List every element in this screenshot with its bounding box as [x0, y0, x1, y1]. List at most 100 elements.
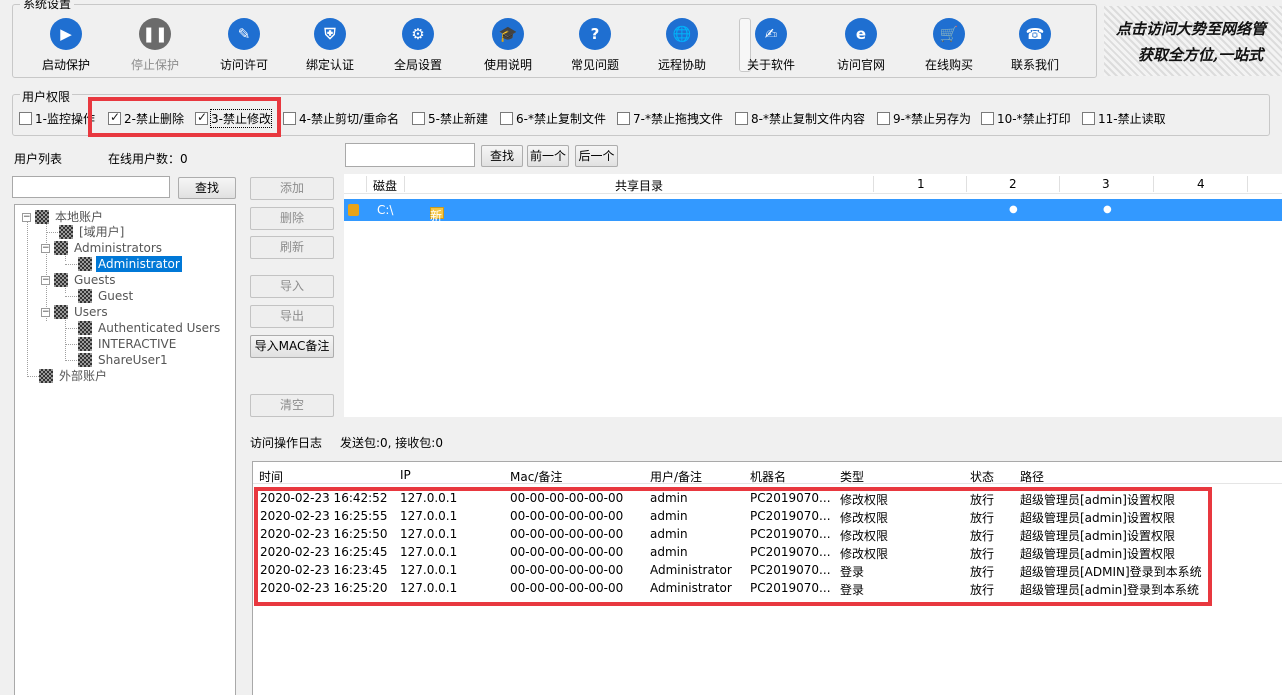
column-share-dir[interactable]: 共享目录 — [615, 177, 663, 194]
user-search-button[interactable]: 查找 — [178, 177, 236, 199]
cart-icon: 🛒 — [933, 18, 965, 50]
checkbox-unchecked-icon[interactable] — [735, 111, 748, 125]
collapse-icon[interactable]: − — [22, 212, 31, 222]
checkbox-unchecked-icon[interactable] — [412, 111, 425, 125]
log-col-status[interactable]: 状态 — [970, 468, 994, 485]
column-2[interactable]: 2 — [1009, 177, 1017, 191]
shared-folders-header: 磁盘 共享目录 1 2 3 4 — [344, 174, 1282, 194]
tree-node-guest[interactable]: Guest — [78, 288, 135, 304]
ad-banner[interactable]: 点击访问大势至网络管 获取全方位,一站式 — [1104, 6, 1282, 76]
shield-icon: ⛨ — [314, 18, 346, 50]
toolbar-button-2[interactable]: ✎ 访问许可 — [204, 18, 284, 76]
share-perm-2[interactable]: ● — [1009, 204, 1018, 215]
import-mac-button[interactable]: 导入MAC备注 — [250, 335, 334, 358]
log-col-mac[interactable]: Mac/备注 — [510, 468, 562, 485]
tree-node-external-accounts[interactable]: 外部账户 — [39, 368, 109, 384]
permission-checkbox-9[interactable]: 9-*禁止另存为 — [877, 110, 971, 126]
permission-checkbox-7[interactable]: 7-*禁止拖拽文件 — [617, 110, 723, 126]
toolbar-button-9[interactable]: e 访问官网 — [821, 18, 901, 76]
log-col-ip[interactable]: IP — [400, 468, 411, 482]
permission-checkbox-5[interactable]: 5-禁止新建 — [412, 110, 488, 126]
toolbar-button-label: 全局设置 — [393, 58, 442, 72]
log-col-type[interactable]: 类型 — [840, 468, 864, 485]
tree-node-local-accounts[interactable]: − 本地账户 — [22, 209, 105, 225]
user-search-input[interactable] — [12, 176, 170, 198]
log-col-time[interactable]: 时间 — [259, 468, 283, 485]
permission-label: 4-禁止剪切/重命名 — [299, 111, 400, 126]
tree-node-guests[interactable]: − Guests — [41, 272, 118, 288]
log-title: 访问操作日志 — [250, 436, 323, 450]
collapse-icon[interactable]: − — [41, 243, 50, 253]
collapse-icon[interactable]: − — [41, 307, 50, 317]
checkbox-unchecked-icon[interactable] — [19, 111, 32, 125]
tree-node-authenticated-users[interactable]: Authenticated Users — [78, 320, 222, 336]
toolbar-button-label: 联系我们 — [1010, 58, 1059, 72]
share-prev-button[interactable]: 前一个 — [527, 145, 569, 167]
log-col-machine[interactable]: 机器名 — [750, 468, 786, 485]
log-col-user[interactable]: 用户/备注 — [650, 468, 702, 485]
clear-button[interactable]: 清空 — [250, 394, 334, 417]
tree-node-domain-users[interactable]: [域用户] — [59, 224, 126, 240]
globe-icon: 🌐 — [666, 18, 698, 50]
refresh-button[interactable]: 刷新 — [250, 236, 334, 259]
document-pen-icon: ✍ — [755, 18, 787, 50]
banner-line-1: 点击访问大势至网络管 — [1116, 20, 1267, 38]
checkbox-unchecked-icon[interactable] — [617, 111, 630, 125]
toolbar-button-label: 访问官网 — [836, 58, 885, 72]
toolbar-button-label: 在线购买 — [924, 58, 973, 72]
user-group-icon — [59, 225, 73, 239]
delete-button[interactable]: 删除 — [250, 207, 334, 230]
checkbox-unchecked-icon[interactable] — [1082, 111, 1095, 125]
column-disk[interactable]: 磁盘 — [373, 177, 397, 194]
permission-checkbox-11[interactable]: 11-禁止读取 — [1082, 110, 1166, 126]
checkbox-unchecked-icon[interactable] — [877, 111, 890, 125]
import-button[interactable]: 导入 — [250, 275, 334, 298]
toolbar-button-0[interactable]: ▶ 启动保护 — [26, 18, 106, 76]
tree-node-shareuser1[interactable]: ShareUser1 — [78, 352, 170, 368]
toolbar-button-8[interactable]: ✍ 关于软件 — [731, 18, 811, 76]
highlight-box-permissions — [88, 97, 281, 137]
permission-checkbox-6[interactable]: 6-*禁止复制文件 — [500, 110, 606, 126]
toolbar-button-5[interactable]: 🎓 使用说明 — [468, 18, 548, 76]
toolbar-button-7[interactable]: 🌐 远程协助 — [642, 18, 722, 76]
checkbox-unchecked-icon[interactable] — [500, 111, 513, 125]
toolbar-button-10[interactable]: 🛒 在线购买 — [909, 18, 989, 76]
tree-node-users[interactable]: − Users — [41, 304, 110, 320]
share-search-input[interactable] — [345, 143, 475, 167]
log-col-path[interactable]: 路径 — [1020, 468, 1044, 485]
column-3[interactable]: 3 — [1102, 177, 1110, 191]
tree-node-interactive[interactable]: INTERACTIVE — [78, 336, 178, 352]
export-button[interactable]: 导出 — [250, 305, 334, 328]
collapse-icon[interactable]: − — [41, 275, 50, 285]
permission-checkbox-1[interactable]: 1-监控操作 — [19, 110, 95, 126]
user-icon — [78, 353, 92, 367]
highlight-box-log — [254, 487, 1212, 606]
user-group-icon — [54, 241, 68, 255]
add-button[interactable]: 添加 — [250, 177, 334, 200]
checkbox-unchecked-icon[interactable] — [981, 111, 994, 125]
toolbar-button-label: 启动保护 — [41, 58, 90, 72]
toolbar-button-1[interactable]: ❚❚ 停止保护 — [115, 18, 195, 76]
permission-checkbox-4[interactable]: 4-禁止剪切/重命名 — [283, 110, 399, 126]
toolbar-button-3[interactable]: ⛨ 绑定认证 — [290, 18, 370, 76]
toolbar-button-11[interactable]: ☎ 联系我们 — [995, 18, 1075, 76]
share-perm-3[interactable]: ● — [1103, 204, 1112, 215]
permission-checkbox-8[interactable]: 8-*禁止复制文件内容 — [735, 110, 865, 126]
share-row[interactable]: C:\ 新建文件夹 ● ● — [344, 199, 1282, 291]
permission-label: 1-监控操作 — [35, 111, 95, 126]
toolbar-button-label: 绑定认证 — [305, 58, 354, 72]
column-4[interactable]: 4 — [1197, 177, 1205, 191]
tree-node-administrator[interactable]: Administrator — [78, 256, 182, 272]
share-next-button[interactable]: 后一个 — [575, 145, 618, 167]
checkbox-unchecked-icon[interactable] — [283, 111, 296, 125]
permission-checkbox-10[interactable]: 10-*禁止打印 — [981, 110, 1071, 126]
tree-node-administrators[interactable]: − Administrators — [41, 240, 164, 256]
log-stats: 发送包:0, 接收包:0 — [340, 436, 443, 450]
toolbar-button-6[interactable]: ? 常见问题 — [555, 18, 635, 76]
column-1[interactable]: 1 — [917, 177, 925, 191]
share-find-button[interactable]: 查找 — [481, 145, 523, 167]
shared-folders-table[interactable]: 磁盘 共享目录 1 2 3 4 C:\ 新建文件夹 ● ● — [344, 174, 1282, 417]
permission-label: 10-*禁止打印 — [997, 111, 1071, 126]
user-tree[interactable]: − 本地账户 [域用户] − Administrators Administrato… — [14, 204, 236, 695]
toolbar-button-4[interactable]: ⚙ 全局设置 — [378, 18, 458, 76]
